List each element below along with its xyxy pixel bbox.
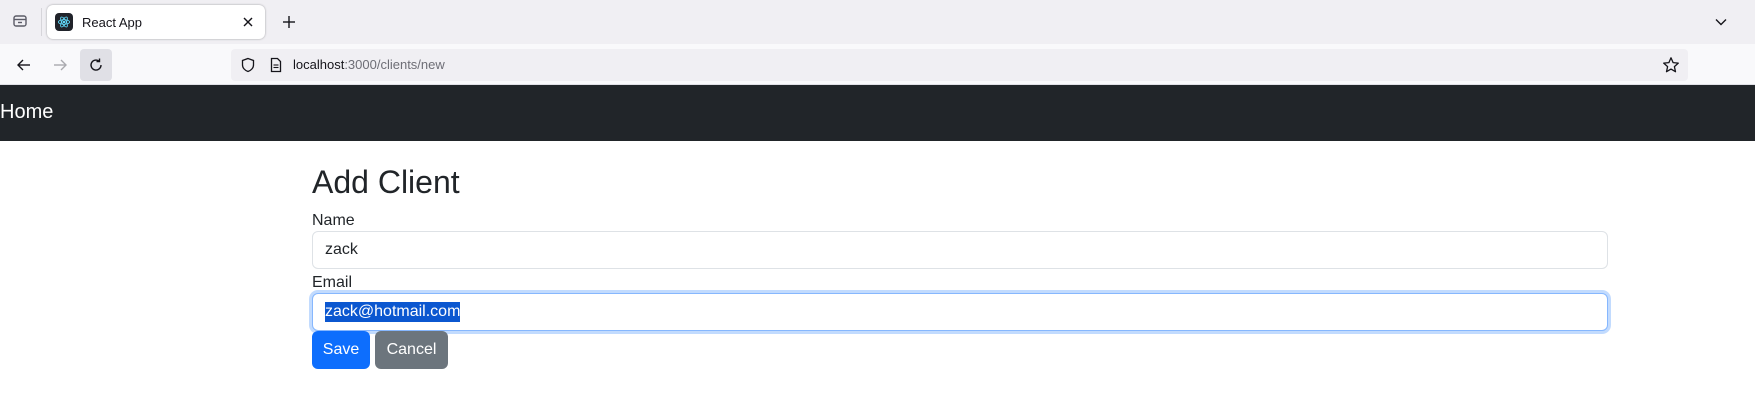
react-favicon-icon: [55, 13, 73, 31]
name-label: Name: [312, 212, 355, 229]
url-path: :3000/clients/new: [344, 57, 445, 72]
new-tab-button[interactable]: [278, 11, 300, 33]
save-button[interactable]: Save: [312, 331, 370, 369]
forward-arrow-icon: [54, 59, 67, 71]
url-text[interactable]: localhost:3000/clients/new: [293, 57, 445, 73]
forward-button[interactable]: [44, 49, 76, 81]
tab-list-icon: [13, 15, 27, 27]
home-link[interactable]: Home: [0, 99, 53, 125]
star-icon[interactable]: [1662, 56, 1680, 74]
tab-title: React App: [82, 14, 142, 30]
name-input-value: zack: [325, 241, 358, 258]
url-host: localhost: [293, 57, 345, 72]
tab-react-app[interactable]: React App: [47, 5, 265, 39]
plus-icon: [283, 16, 295, 28]
shield-icon[interactable]: [240, 57, 256, 73]
chevron-down-icon: [1715, 19, 1727, 26]
page-icon[interactable]: [268, 57, 284, 73]
browser-tab-bar: React App: [0, 0, 1755, 44]
cancel-button[interactable]: Cancel: [375, 331, 448, 369]
email-input-value: zack@hotmail.com: [325, 302, 461, 322]
email-input[interactable]: zack@hotmail.com: [312, 293, 1608, 331]
email-label: Email: [312, 274, 353, 291]
name-input[interactable]: zack: [312, 231, 1608, 269]
app-navbar: Home: [0, 85, 1755, 141]
close-icon: [243, 17, 253, 27]
reload-button[interactable]: [80, 49, 112, 81]
reload-icon: [90, 58, 102, 71]
page-title: Add Client: [312, 164, 460, 200]
list-all-tabs-button[interactable]: [1710, 11, 1732, 33]
browser-toolbar: localhost:3000/clients/new: [0, 44, 1755, 85]
close-tab-button[interactable]: [237, 11, 259, 33]
back-button[interactable]: [8, 49, 40, 81]
back-arrow-icon: [17, 59, 30, 71]
tab-separator: [41, 8, 42, 36]
address-bar[interactable]: localhost:3000/clients/new: [231, 49, 1688, 81]
tab-list-button[interactable]: [8, 9, 32, 33]
